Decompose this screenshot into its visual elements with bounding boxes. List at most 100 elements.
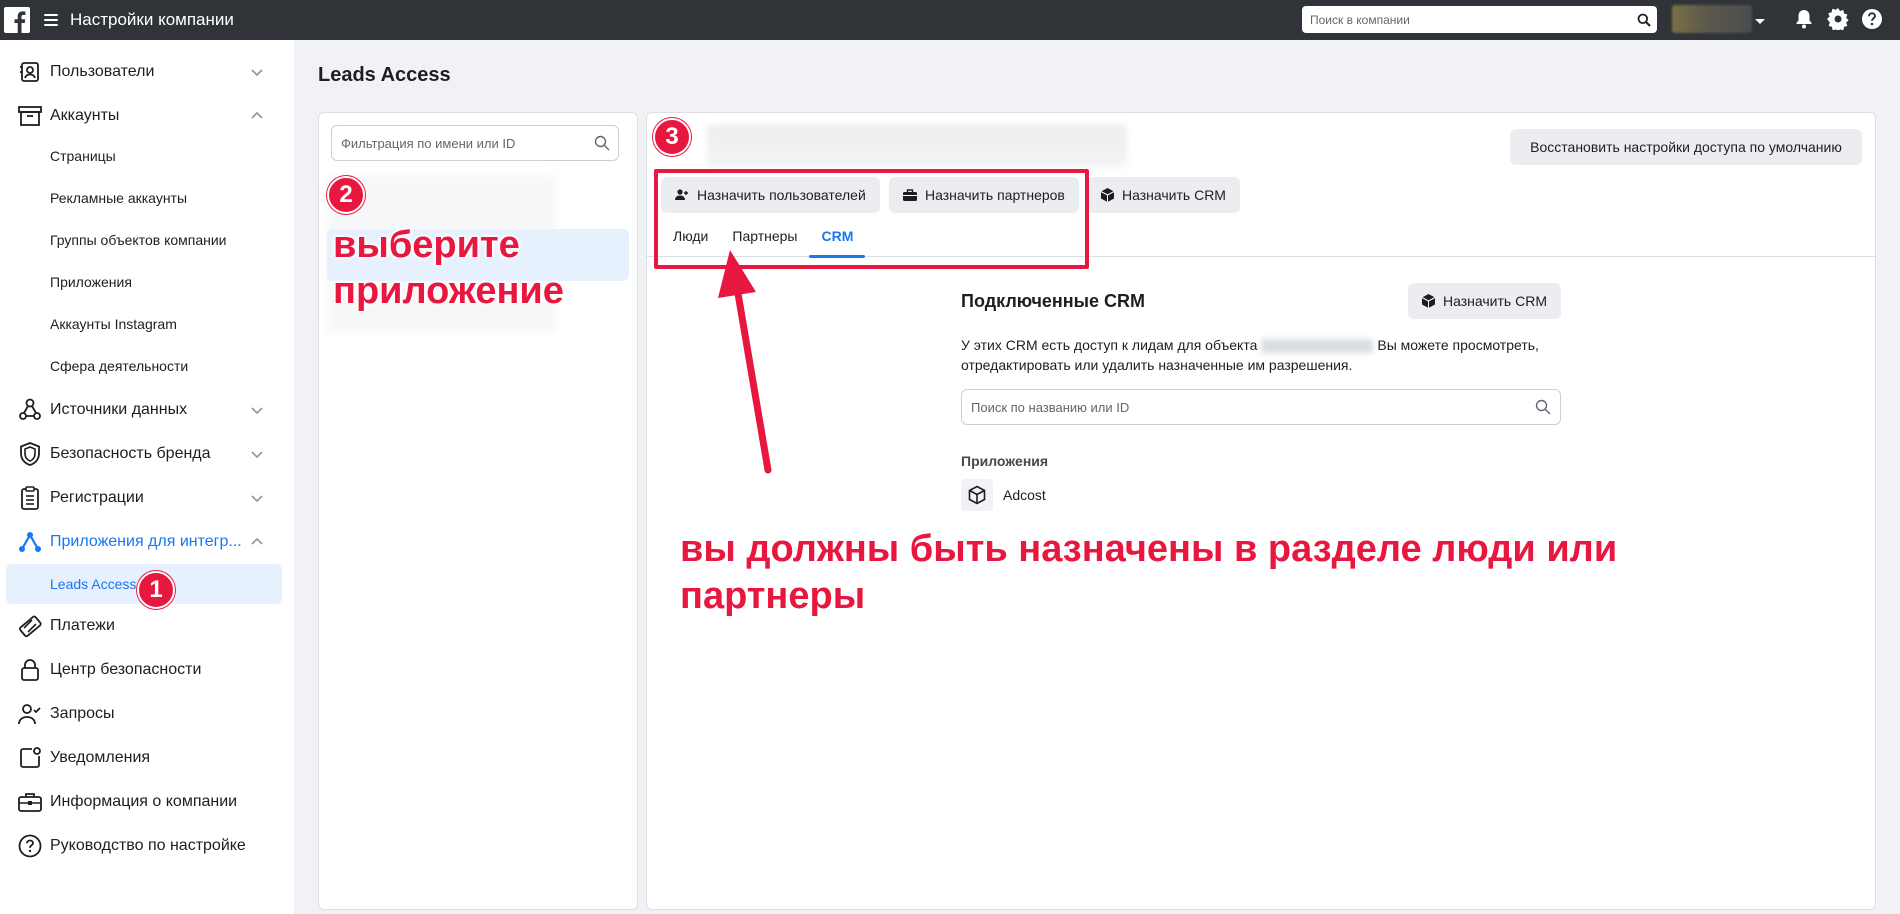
sidebar-item-label: Руководство по настройке <box>50 837 246 854</box>
sidebar-item-label: Источники данных <box>50 401 188 418</box>
sidebar-item-label: Leads Access <box>50 576 137 592</box>
sidebar-item-label: Приложения <box>50 274 132 290</box>
sidebar-item-security-center[interactable]: Центр безопасности <box>0 650 282 690</box>
sidebar-item-label: Сфера деятельности <box>50 358 189 374</box>
desc-line-2: отредактировать или удалить назначенные … <box>961 357 1353 373</box>
chevron-down-icon[interactable] <box>250 491 264 505</box>
sidebar: Пользователи Аккаунты Страницы Рекламные… <box>0 40 294 914</box>
app-filter-input[interactable] <box>341 135 586 151</box>
sidebar-item-label: Рекламные аккаунты <box>50 190 188 206</box>
company-search-input[interactable] <box>1310 12 1631 27</box>
annotation-badge-2: 2 <box>327 176 365 214</box>
cube-icon <box>1101 188 1114 202</box>
sidebar-item-setup-guide[interactable]: Руководство по настройке <box>0 826 282 866</box>
search-icon[interactable] <box>1631 13 1657 27</box>
account-avatar[interactable] <box>1672 5 1752 33</box>
page-title: Leads Access <box>318 64 451 86</box>
question-icon <box>18 834 42 858</box>
desc-part-2: Вы можете просмотреть, <box>1377 337 1539 353</box>
chevron-down-icon[interactable] <box>250 65 264 79</box>
sidebar-item-label: Запросы <box>50 705 115 722</box>
sidebar-item-registrations[interactable]: Регистрации <box>0 478 282 518</box>
annotation-text-assign-line1: вы должны быть назначены в разделе люди … <box>680 528 1618 570</box>
annotation-text-select-line1: выберите <box>333 224 520 266</box>
sidebar-item-data-sources[interactable]: Источники данных <box>0 390 282 430</box>
clipboard-icon <box>18 486 42 510</box>
blurred-object-name <box>1261 339 1374 354</box>
sidebar-item-label: Регистрации <box>50 489 144 506</box>
chevron-up-icon[interactable] <box>250 535 264 549</box>
sidebar-item-brand-safety[interactable]: Безопасность бренда <box>0 434 282 474</box>
sidebar-item-label: Группы объектов компании <box>50 232 227 248</box>
annotation-text-select-line2: приложение <box>333 270 564 312</box>
app-filter <box>331 125 619 161</box>
sidebar-item-users[interactable]: Пользователи <box>0 52 282 92</box>
sidebar-item-apps[interactable]: Приложения <box>0 262 282 302</box>
sidebar-item-company-info[interactable]: Информация о компании <box>0 782 282 822</box>
sidebar-item-line-of-business[interactable]: Сфера деятельности <box>0 346 282 386</box>
crm-app-item[interactable]: Adcost <box>961 479 1046 511</box>
crm-search-input[interactable] <box>971 399 1526 415</box>
blurred-app-name <box>707 125 1127 167</box>
assign-crm-label: Назначить CRM <box>1443 293 1547 309</box>
desc-part-1: У этих CRM есть доступ к лидам для объек… <box>961 337 1258 353</box>
sidebar-item-ad-accounts[interactable]: Рекламные аккаунты <box>0 178 282 218</box>
cube-icon <box>1422 294 1436 308</box>
hamburger-icon[interactable] <box>44 14 58 26</box>
assign-crm-button-secondary[interactable]: Назначить CRM <box>1408 283 1561 319</box>
sidebar-item-requests[interactable]: Запросы <box>0 694 282 734</box>
annotation-arrow <box>718 250 772 474</box>
cube-icon <box>961 479 993 511</box>
sidebar-item-label: Уведомления <box>50 749 151 766</box>
bell-icon[interactable] <box>1792 7 1816 31</box>
sidebar-item-label: Аккаунты Instagram <box>50 316 177 332</box>
archive-icon <box>18 104 42 128</box>
chevron-down-icon[interactable] <box>250 447 264 461</box>
lock-icon <box>18 658 42 682</box>
annotation-badge-3: 3 <box>653 118 691 156</box>
sidebar-item-asset-groups[interactable]: Группы объектов компании <box>0 220 282 260</box>
caret-down-icon[interactable] <box>1754 13 1766 31</box>
sidebar-item-notifications[interactable]: Уведомления <box>0 738 282 778</box>
sidebar-item-accounts[interactable]: Аккаунты <box>0 96 282 136</box>
search-icon <box>586 135 618 151</box>
company-search <box>1302 6 1657 33</box>
facebook-logo-icon[interactable] <box>4 7 30 33</box>
sidebar-item-payments[interactable]: Платежи <box>0 606 282 646</box>
briefcase-icon <box>18 790 42 814</box>
chevron-down-icon[interactable] <box>250 403 264 417</box>
gear-icon[interactable] <box>1826 7 1850 31</box>
sidebar-item-instagram[interactable]: Аккаунты Instagram <box>0 304 282 344</box>
sidebar-item-integrations[interactable]: Приложения для интегр... <box>0 522 282 562</box>
chevron-up-icon[interactable] <box>250 109 264 123</box>
help-icon[interactable] <box>1860 7 1884 31</box>
search-icon <box>1526 399 1560 415</box>
integrations-icon <box>18 530 42 554</box>
sidebar-item-label: Центр безопасности <box>50 661 202 678</box>
card-icon <box>18 614 42 638</box>
app-title: Настройки компании <box>70 10 234 29</box>
crm-search <box>961 389 1561 425</box>
top-bar: Настройки компании <box>0 0 1900 40</box>
section-title: Подключенные CRM <box>961 291 1146 311</box>
sidebar-item-label: Информация о компании <box>50 793 238 810</box>
annotation-badge-1: 1 <box>137 571 175 609</box>
sidebar-item-label: Пользователи <box>50 63 155 80</box>
shield-icon <box>18 442 42 466</box>
sidebar-item-label: Безопасность бренда <box>50 445 211 462</box>
assign-crm-label: Назначить CRM <box>1122 187 1226 203</box>
sidebar-item-label: Приложения для интегр... <box>50 533 242 550</box>
person-check-icon <box>18 702 42 726</box>
sidebar-item-label: Страницы <box>50 148 116 164</box>
assign-crm-button[interactable]: Назначить CRM <box>1087 177 1240 213</box>
sidebar-item-pages[interactable]: Страницы <box>0 136 282 176</box>
sidebar-item-label: Платежи <box>50 617 115 634</box>
sidebar-item-label: Аккаунты <box>50 107 120 124</box>
crm-description: У этих CRM есть доступ к лидам для объек… <box>961 335 1561 375</box>
restore-default-access-button[interactable]: Восстановить настройки доступа по умолча… <box>1510 129 1862 165</box>
notification-icon <box>18 746 42 770</box>
apps-heading: Приложения <box>961 453 1049 469</box>
annotation-text-assign-line2: партнеры <box>680 575 866 617</box>
data-sources-icon <box>18 398 42 422</box>
users-icon <box>18 60 42 84</box>
